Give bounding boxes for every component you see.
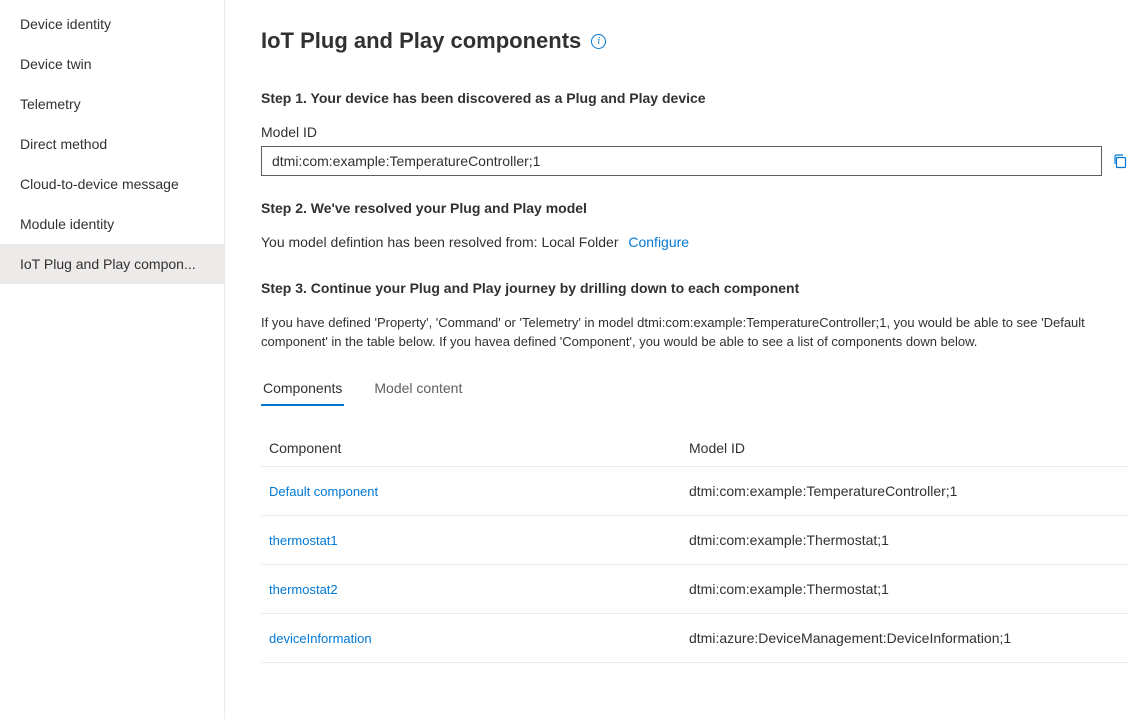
sidebar-item-device-twin[interactable]: Device twin — [0, 44, 224, 84]
sidebar-item-device-identity[interactable]: Device identity — [0, 4, 224, 44]
tabs: Components Model content — [261, 374, 1128, 406]
table-header: Component Model ID — [261, 430, 1128, 467]
table-row: Default component dtmi:com:example:Tempe… — [261, 467, 1128, 516]
model-id-cell: dtmi:com:example:TemperatureController;1 — [689, 483, 1120, 499]
component-link[interactable]: thermostat2 — [269, 582, 338, 597]
table-row: deviceInformation dtmi:azure:DeviceManag… — [261, 614, 1128, 663]
page-title: IoT Plug and Play components i — [261, 28, 1128, 54]
table-row: thermostat2 dtmi:com:example:Thermostat;… — [261, 565, 1128, 614]
col-header-model-id: Model ID — [689, 440, 1120, 456]
sidebar: Device identity Device twin Telemetry Di… — [0, 0, 225, 719]
info-icon[interactable]: i — [591, 34, 606, 49]
step3-heading: Step 3. Continue your Plug and Play jour… — [261, 280, 1128, 296]
components-table: Component Model ID Default component dtm… — [261, 430, 1128, 663]
sidebar-item-cloud-to-device-message[interactable]: Cloud-to-device message — [0, 164, 224, 204]
model-id-input[interactable] — [261, 146, 1102, 176]
main-content: IoT Plug and Play components i Step 1. Y… — [225, 0, 1144, 719]
sidebar-item-iot-plug-and-play[interactable]: IoT Plug and Play compon... — [0, 244, 224, 284]
step2-resolve-line: You model defintion has been resolved fr… — [261, 234, 1128, 250]
col-header-component: Component — [269, 440, 689, 456]
tab-model-content[interactable]: Model content — [372, 374, 464, 406]
step2-heading: Step 2. We've resolved your Plug and Pla… — [261, 200, 1128, 216]
table-row: thermostat1 dtmi:com:example:Thermostat;… — [261, 516, 1128, 565]
page-title-text: IoT Plug and Play components — [261, 28, 581, 54]
copy-icon[interactable] — [1112, 153, 1128, 169]
sidebar-item-module-identity[interactable]: Module identity — [0, 204, 224, 244]
component-link[interactable]: Default component — [269, 484, 378, 499]
sidebar-item-telemetry[interactable]: Telemetry — [0, 84, 224, 124]
step2-resolved-text: You model defintion has been resolved fr… — [261, 234, 618, 250]
component-link[interactable]: thermostat1 — [269, 533, 338, 548]
model-id-cell: dtmi:com:example:Thermostat;1 — [689, 581, 1120, 597]
step3-description: If you have defined 'Property', 'Command… — [261, 314, 1128, 352]
model-id-cell: dtmi:com:example:Thermostat;1 — [689, 532, 1120, 548]
configure-link[interactable]: Configure — [628, 234, 689, 250]
model-id-cell: dtmi:azure:DeviceManagement:DeviceInform… — [689, 630, 1120, 646]
model-id-label: Model ID — [261, 124, 1128, 140]
component-link[interactable]: deviceInformation — [269, 631, 372, 646]
tab-components[interactable]: Components — [261, 374, 344, 406]
sidebar-item-direct-method[interactable]: Direct method — [0, 124, 224, 164]
step1-heading: Step 1. Your device has been discovered … — [261, 90, 1128, 106]
model-id-row — [261, 146, 1128, 176]
